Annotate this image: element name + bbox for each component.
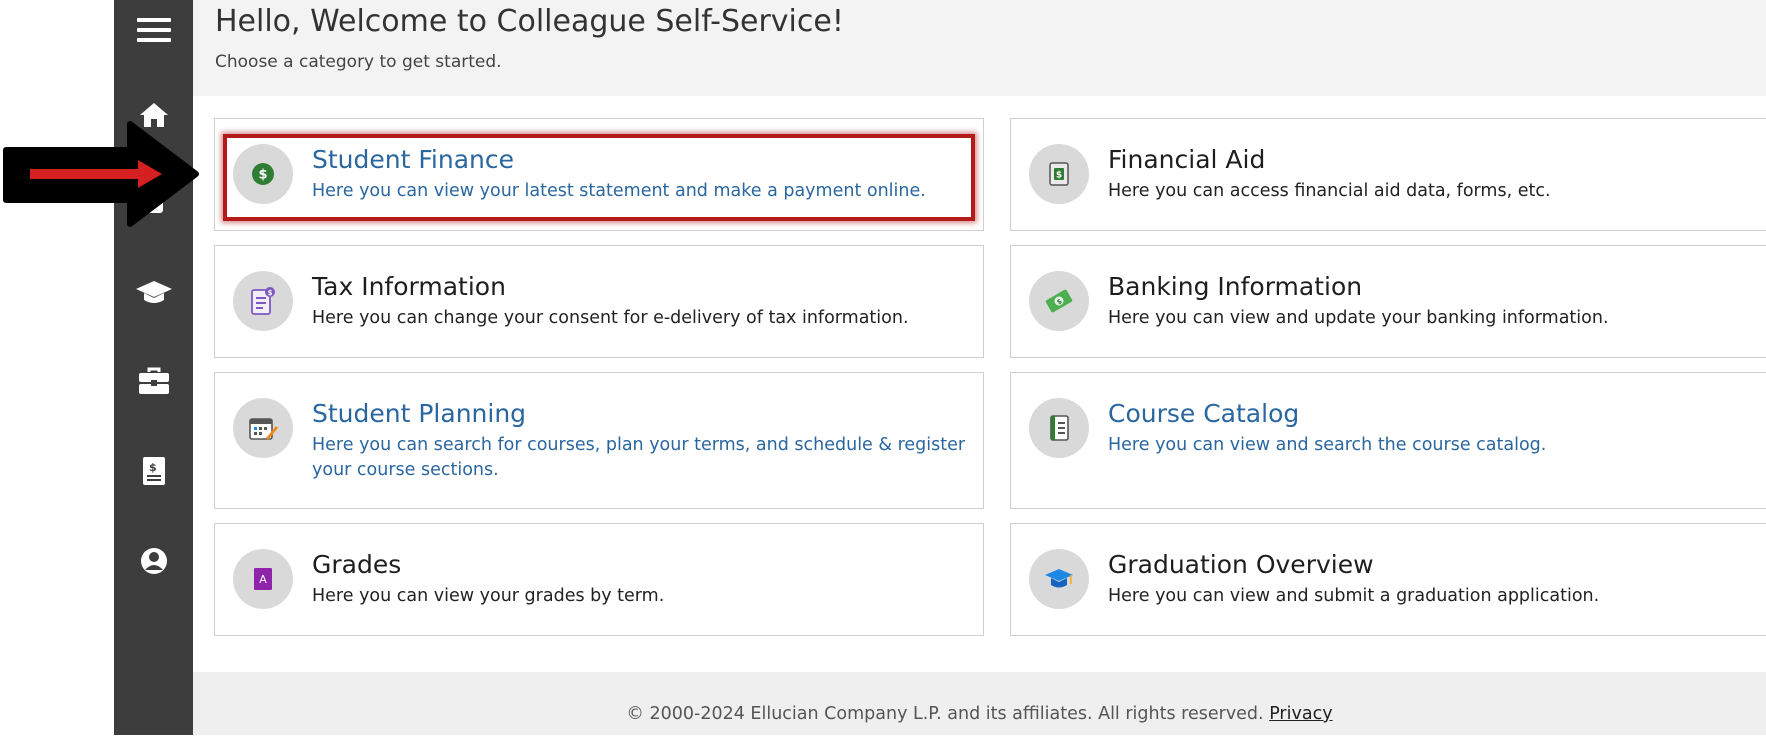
- card-course-catalog[interactable]: Course Catalog Here you can view and sea…: [1010, 372, 1766, 509]
- page-footer: © 2000-2024 Ellucian Company L.P. and it…: [193, 672, 1766, 735]
- notebook-icon: [1029, 398, 1089, 458]
- footer-copyright: © 2000-2024 Ellucian Company L.P. and it…: [193, 704, 1766, 724]
- graduation-cap-icon[interactable]: [114, 270, 193, 314]
- copyright-text: © 2000-2024 Ellucian Company L.P. and it…: [626, 704, 1264, 724]
- svg-text:$: $: [268, 289, 273, 297]
- cash-icon: $: [1029, 271, 1089, 331]
- card-title: Financial Aid: [1108, 145, 1266, 174]
- pointer-arrow-icon: [3, 121, 199, 227]
- card-graduation-overview[interactable]: Graduation Overview Here you can view an…: [1010, 523, 1766, 636]
- page-subtitle: Choose a category to get started.: [215, 52, 502, 72]
- card-title: Student Planning: [312, 399, 527, 428]
- card-student-planning[interactable]: Student Planning Here you can search for…: [214, 372, 984, 509]
- card-description: Here you can access financial aid data, …: [1108, 181, 1551, 201]
- calendar-pencil-icon: [233, 398, 293, 458]
- sidebar-nav: $: [114, 0, 193, 735]
- menu-icon[interactable]: [114, 8, 193, 52]
- card-description: Here you can change your consent for e-d…: [312, 308, 909, 328]
- card-title: Banking Information: [1108, 272, 1363, 301]
- svg-text:$: $: [1056, 171, 1062, 181]
- ledger-icon[interactable]: $: [114, 449, 193, 493]
- user-circle-icon[interactable]: [114, 539, 193, 583]
- card-title: Grades: [312, 550, 402, 579]
- card-description: Here you can view your latest statement …: [312, 181, 926, 201]
- card-description: Here you can view and update your bankin…: [1108, 308, 1609, 328]
- page-title: Hello, Welcome to Colleague Self-Service…: [215, 4, 844, 39]
- svg-text:$: $: [258, 168, 267, 183]
- card-description: Here you can view your grades by term.: [312, 586, 665, 606]
- privacy-link[interactable]: Privacy: [1269, 704, 1332, 724]
- card-title: Graduation Overview: [1108, 550, 1374, 579]
- graduation-cap-icon: [1029, 549, 1089, 609]
- card-student-finance[interactable]: $ Student Finance Here you can view your…: [214, 118, 984, 231]
- card-tax-information[interactable]: $ Tax Information Here you can change yo…: [214, 245, 984, 358]
- card-title: Student Finance: [312, 145, 515, 174]
- card-description: Here you can search for courses, plan yo…: [312, 435, 966, 480]
- card-title: Course Catalog: [1108, 399, 1300, 428]
- card-description: Here you can view and submit a graduatio…: [1108, 586, 1600, 606]
- card-banking-information[interactable]: $ Banking Information Here you can view …: [1010, 245, 1766, 358]
- tax-form-icon: $: [233, 271, 293, 331]
- svg-text:$: $: [149, 461, 157, 474]
- card-grades[interactable]: A Grades Here you can view your grades b…: [214, 523, 984, 636]
- card-title: Tax Information: [312, 272, 506, 301]
- card-description: Here you can view and search the course …: [1108, 435, 1547, 455]
- grade-report-icon: A: [233, 549, 293, 609]
- briefcase-icon[interactable]: [114, 359, 193, 403]
- page-header: Hello, Welcome to Colleague Self-Service…: [193, 0, 1766, 96]
- money-document-icon: $: [1029, 144, 1089, 204]
- dollar-coin-icon: $: [233, 144, 293, 204]
- card-financial-aid[interactable]: $ Financial Aid Here you can access fina…: [1010, 118, 1766, 231]
- svg-text:A: A: [259, 573, 267, 586]
